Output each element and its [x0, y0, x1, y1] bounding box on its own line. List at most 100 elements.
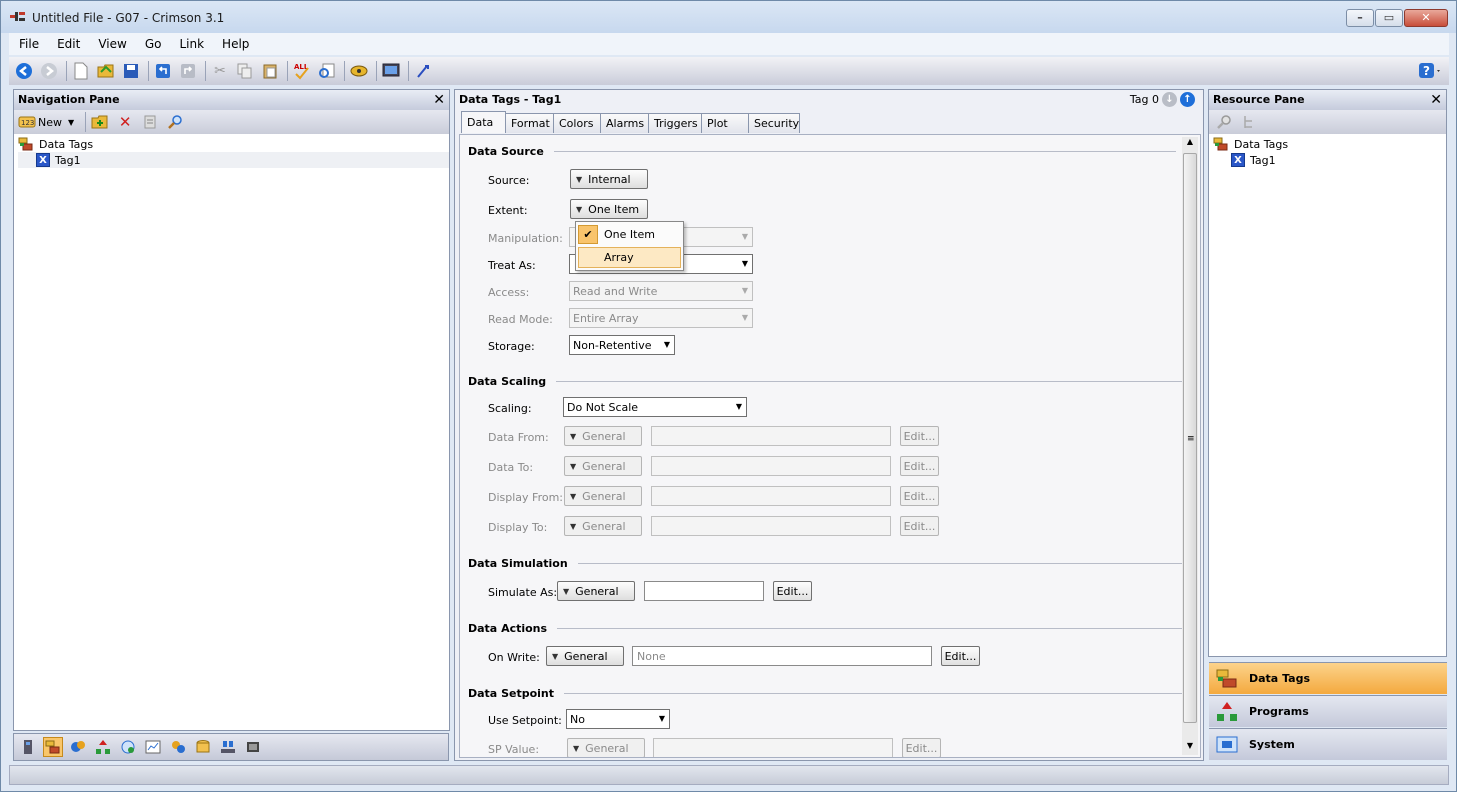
undo-button[interactable]	[152, 60, 174, 82]
menu-help[interactable]: Help	[212, 37, 257, 51]
navigation-pane-title: Navigation Pane	[18, 93, 120, 106]
close-window-button[interactable]: ✕	[1404, 9, 1448, 27]
display-pages-icon	[71, 741, 85, 752]
simulate-as-mode[interactable]: ▼ General	[557, 581, 635, 601]
add-folder-button[interactable]	[89, 111, 111, 133]
on-write-mode[interactable]: ▼ General	[546, 646, 624, 666]
help-button[interactable]: ?	[1418, 60, 1440, 82]
find-button[interactable]	[316, 60, 338, 82]
display-button[interactable]	[380, 60, 402, 82]
popup-item-array[interactable]: Array	[578, 247, 681, 268]
source-dropdown[interactable]: ▼ Internal	[570, 169, 648, 189]
form-scrollbar[interactable]: ▲ ≡ ▼	[1182, 137, 1198, 755]
display-to-input[interactable]	[651, 516, 891, 536]
tab-triggers[interactable]: Triggers	[648, 113, 702, 133]
previous-tag-button[interactable]: ↓	[1162, 92, 1177, 107]
new-tag-icon: 123	[18, 116, 36, 128]
category-web-server-button[interactable]	[118, 737, 138, 757]
data-from-mode[interactable]: ▼ General	[564, 426, 642, 446]
resource-category-programs[interactable]: Programs	[1209, 695, 1447, 727]
resource-category-system[interactable]: System	[1209, 728, 1447, 760]
popup-item-one-item[interactable]: ✔ One Item	[578, 224, 681, 245]
maximize-button[interactable]: ▭	[1375, 9, 1403, 27]
simulate-as-edit-button[interactable]: Edit...	[773, 581, 812, 601]
resource-search-button[interactable]	[1213, 111, 1235, 133]
sp-value-edit-button[interactable]: Edit...	[902, 738, 941, 757]
scroll-up-icon[interactable]: ▲	[1182, 137, 1198, 151]
data-from-edit-button[interactable]: Edit...	[900, 426, 939, 446]
back-button[interactable]	[13, 60, 35, 82]
search-button[interactable]	[164, 111, 186, 133]
data-to-mode[interactable]: ▼ General	[564, 456, 642, 476]
editor-title: Data Tags - Tag1	[459, 93, 562, 106]
access-select[interactable]: Read and Write ▼	[569, 281, 753, 301]
display-to-edit-button[interactable]: Edit...	[900, 516, 939, 536]
category-security-button[interactable]	[168, 737, 188, 757]
spell-check-button[interactable]: ALL	[291, 60, 313, 82]
sp-value-input[interactable]	[653, 738, 893, 757]
data-tags-icon	[1215, 667, 1239, 691]
extent-dropdown[interactable]: ▼ One Item	[570, 199, 648, 219]
menu-link[interactable]: Link	[169, 37, 212, 51]
category-comms-button[interactable]	[18, 737, 38, 757]
copy-button[interactable]	[234, 60, 256, 82]
tab-plot[interactable]: Plot	[701, 113, 749, 133]
display-from-mode[interactable]: ▼ General	[564, 486, 642, 506]
data-to-input[interactable]	[651, 456, 891, 476]
category-display-pages-button[interactable]	[68, 737, 88, 757]
category-network-button[interactable]	[218, 737, 238, 757]
resource-pane: Resource Pane ✕ Data Tags X Tag1	[1208, 89, 1447, 657]
resource-category-data-tags[interactable]: Data Tags	[1209, 662, 1447, 694]
display-from-input[interactable]	[651, 486, 891, 506]
tab-colors[interactable]: Colors	[553, 113, 601, 133]
next-tag-button[interactable]: ↑	[1180, 92, 1195, 107]
display-to-mode[interactable]: ▼ General	[564, 516, 642, 536]
close-icon[interactable]: ✕	[1430, 92, 1442, 108]
new-item-button[interactable]: 123 New ▼	[18, 115, 74, 129]
sort-button[interactable]	[139, 111, 161, 133]
sp-value-mode[interactable]: ▼ General	[567, 738, 645, 757]
link-button[interactable]	[348, 60, 370, 82]
menu-view[interactable]: View	[88, 37, 134, 51]
on-write-input[interactable]: None	[632, 646, 932, 666]
resource-tree-button[interactable]	[1238, 111, 1260, 133]
save-button[interactable]	[120, 60, 142, 82]
menu-go[interactable]: Go	[135, 37, 170, 51]
storage-select[interactable]: Non-Retentive ▼	[569, 335, 675, 355]
scroll-down-icon[interactable]: ▼	[1182, 741, 1198, 755]
category-hardware-button[interactable]	[243, 737, 263, 757]
tree-item-data-tags[interactable]: Data Tags	[1213, 136, 1446, 152]
forward-button[interactable]	[38, 60, 60, 82]
scaling-select[interactable]: Do Not Scale ▼	[563, 397, 747, 417]
category-database-button[interactable]	[193, 737, 213, 757]
category-data-logger-button[interactable]	[143, 737, 163, 757]
tree-item-tag1[interactable]: X Tag1	[18, 152, 449, 168]
cut-button[interactable]: ✂	[209, 60, 231, 82]
menu-file[interactable]: File	[9, 37, 47, 51]
new-file-button[interactable]	[70, 60, 92, 82]
close-icon[interactable]: ✕	[433, 92, 445, 108]
tree-item-data-tags[interactable]: Data Tags	[18, 136, 449, 152]
tab-security[interactable]: Security	[748, 113, 800, 133]
flash-button[interactable]	[412, 60, 434, 82]
category-data-tags-button[interactable]	[43, 737, 63, 757]
display-from-edit-button[interactable]: Edit...	[900, 486, 939, 506]
tree-item-tag1[interactable]: X Tag1	[1213, 152, 1446, 168]
data-from-input[interactable]	[651, 426, 891, 446]
minimize-button[interactable]: –	[1346, 9, 1374, 27]
data-to-edit-button[interactable]: Edit...	[900, 456, 939, 476]
delete-button[interactable]: ✕	[114, 111, 136, 133]
tab-alarms[interactable]: Alarms	[600, 113, 649, 133]
on-write-edit-button[interactable]: Edit...	[941, 646, 980, 666]
scroll-thumb[interactable]: ≡	[1183, 153, 1197, 723]
paste-button[interactable]	[259, 60, 281, 82]
tab-data[interactable]: Data	[461, 111, 506, 133]
read-mode-select[interactable]: Entire Array ▼	[569, 308, 753, 328]
use-setpoint-select[interactable]: No ▼	[566, 709, 670, 729]
simulate-as-input[interactable]	[644, 581, 764, 601]
category-programs-button[interactable]	[93, 737, 113, 757]
open-folder-button[interactable]	[95, 60, 117, 82]
menu-edit[interactable]: Edit	[47, 37, 88, 51]
redo-button[interactable]	[177, 60, 199, 82]
tab-format[interactable]: Format	[505, 113, 554, 133]
